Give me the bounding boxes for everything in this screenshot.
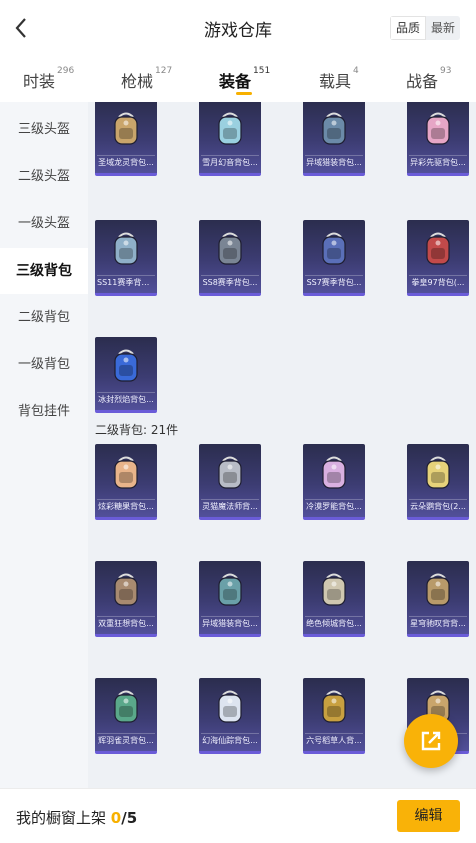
- sidebar-item-lvl2-backpack[interactable]: 二级背包: [0, 295, 88, 341]
- item-name: 异域猎装背包...: [201, 616, 259, 630]
- item-card[interactable]: 异域猎装背包...: [199, 561, 261, 637]
- tab-count: 296: [57, 66, 75, 76]
- item-card[interactable]: 辉羽雀灵背包...: [95, 678, 157, 754]
- showcase-count: 0: [110, 809, 122, 827]
- backpack-icon: [322, 573, 346, 606]
- backpack-icon: [426, 112, 450, 145]
- showcase-max: /5: [121, 809, 138, 827]
- backpack-icon: [218, 573, 242, 606]
- backpack-icon: [322, 456, 346, 489]
- item-name: SS8赛季背包...: [201, 275, 259, 289]
- item-name: 炫彩糖果背包...: [97, 499, 155, 513]
- sidebar-item-lvl2-helmet[interactable]: 二级头盔: [0, 154, 88, 200]
- item-name: 冷漠罗能背包...: [305, 499, 363, 513]
- item-card[interactable]: SS11赛季背包...: [95, 220, 157, 296]
- sidebar-item-lvl3-backpack[interactable]: 三级背包: [0, 248, 88, 294]
- edit-button[interactable]: 编辑: [397, 800, 460, 832]
- tab-label: 时装: [23, 72, 56, 91]
- item-name: 云朵鹦背包(2...: [409, 499, 467, 513]
- item-card[interactable]: 圣域龙灵背包...: [95, 102, 157, 176]
- share-button[interactable]: [404, 714, 458, 768]
- item-name: 灵猫魔法师背...: [201, 499, 259, 513]
- backpack-icon: [322, 690, 346, 723]
- item-card[interactable]: 星穹驰叹背背...: [407, 561, 469, 637]
- tab-supplies[interactable]: 战备93: [406, 66, 452, 92]
- backpack-icon: [114, 573, 138, 606]
- item-name: 圣域龙灵背包...: [97, 155, 155, 169]
- item-card[interactable]: 炫彩糖果背包...: [95, 444, 157, 520]
- backpack-icon: [218, 112, 242, 145]
- tab-count: 151: [253, 66, 271, 76]
- item-card[interactable]: 绝色倾城背包...: [303, 561, 365, 637]
- item-card[interactable]: 幻海仙踪背包...: [199, 678, 261, 754]
- sort-latest-option[interactable]: 最新: [425, 16, 460, 40]
- backpack-icon: [218, 456, 242, 489]
- showcase-label: 我的橱窗上架: [16, 809, 111, 827]
- item-card[interactable]: 冷漠罗能背包...: [303, 444, 365, 520]
- item-name: 雪月幻音背包...: [201, 155, 259, 169]
- item-name: 六号稻草人背...: [305, 733, 363, 747]
- item-name: 异彩先驱背包...: [409, 155, 467, 169]
- tab-label: 载具: [319, 72, 352, 91]
- item-card[interactable]: 灵猫魔法师背...: [199, 444, 261, 520]
- item-card[interactable]: SS7赛季背包...: [303, 220, 365, 296]
- backpack-icon: [322, 112, 346, 145]
- backpack-icon: [114, 456, 138, 489]
- item-name: 幻海仙踪背包...: [201, 733, 259, 747]
- item-card[interactable]: 双重狂想背包...: [95, 561, 157, 637]
- item-card[interactable]: 冰封烈焰背包...: [95, 337, 157, 413]
- tab-guns[interactable]: 枪械127: [121, 66, 173, 92]
- showcase-status: 我的橱窗上架 0/5: [16, 807, 137, 828]
- tab-count: 127: [155, 66, 173, 76]
- item-card[interactable]: SS8赛季背包...: [199, 220, 261, 296]
- tab-label: 枪械: [121, 72, 154, 91]
- tab-count: 93: [440, 66, 452, 76]
- tab-vehicles[interactable]: 载具4: [319, 66, 359, 92]
- sort-quality-option[interactable]: 品质: [389, 16, 426, 40]
- backpack-icon: [114, 112, 138, 145]
- item-card[interactable]: 异彩先驱背包...: [407, 102, 469, 176]
- tab-count: 4: [353, 66, 359, 76]
- backpack-icon: [114, 232, 138, 265]
- tab-fashion[interactable]: 时装296: [23, 66, 75, 92]
- item-name: 绝色倾城背包...: [305, 616, 363, 630]
- item-grid: 二级背包: 21件 圣域龙灵背包... 雪月幻音背包... 异域猎装背包... 异彩先…: [88, 102, 476, 788]
- backpack-icon: [218, 690, 242, 723]
- backpack-icon: [218, 232, 242, 265]
- backpack-icon: [114, 690, 138, 723]
- item-name: SS7赛季背包...: [305, 275, 363, 289]
- item-card[interactable]: 六号稻草人背...: [303, 678, 365, 754]
- item-name: SS11赛季背包...: [97, 275, 155, 289]
- sidebar-item-lvl1-backpack[interactable]: 一级背包: [0, 342, 88, 388]
- section-label-lvl2-backpack: 二级背包: 21件: [95, 423, 179, 437]
- sidebar-item-backpack-pendant[interactable]: 背包挂件: [0, 389, 88, 435]
- sidebar: 三级头盔 二级头盔 一级头盔 三级背包 二级背包 一级背包 背包挂件: [0, 102, 88, 788]
- item-name: 双重狂想背包...: [97, 616, 155, 630]
- item-name: 异域猎装背包...: [305, 155, 363, 169]
- item-card[interactable]: 雪月幻音背包...: [199, 102, 261, 176]
- active-tab-indicator: [236, 92, 252, 95]
- share-icon: [421, 731, 441, 751]
- sidebar-item-lvl1-helmet[interactable]: 一级头盔: [0, 201, 88, 247]
- backpack-icon: [114, 349, 138, 382]
- sort-toggle[interactable]: 品质 最新: [389, 16, 460, 40]
- backpack-icon: [426, 573, 450, 606]
- tab-label: 战备: [406, 72, 439, 91]
- item-card[interactable]: 云朵鹦背包(2...: [407, 444, 469, 520]
- header: 游戏仓库 品质 最新: [0, 0, 476, 56]
- item-name: 冰封烈焰背包...: [97, 392, 155, 406]
- backpack-icon: [426, 456, 450, 489]
- item-name: 星穹驰叹背背...: [409, 616, 467, 630]
- tab-equipment[interactable]: 装备151: [219, 66, 271, 92]
- bottom-bar: 我的橱窗上架 0/5 编辑: [0, 788, 476, 843]
- item-name: 辉羽雀灵背包...: [97, 733, 155, 747]
- sidebar-item-lvl3-helmet[interactable]: 三级头盔: [0, 107, 88, 153]
- item-card[interactable]: 异域猎装背包...: [303, 102, 365, 176]
- backpack-icon: [322, 232, 346, 265]
- item-card[interactable]: 拳皇97背包(...: [407, 220, 469, 296]
- category-tabs: 时装296 枪械127 装备151 载具4 战备93: [0, 56, 476, 102]
- item-name: 拳皇97背包(...: [409, 275, 467, 289]
- backpack-icon: [426, 232, 450, 265]
- tab-label: 装备: [219, 72, 252, 91]
